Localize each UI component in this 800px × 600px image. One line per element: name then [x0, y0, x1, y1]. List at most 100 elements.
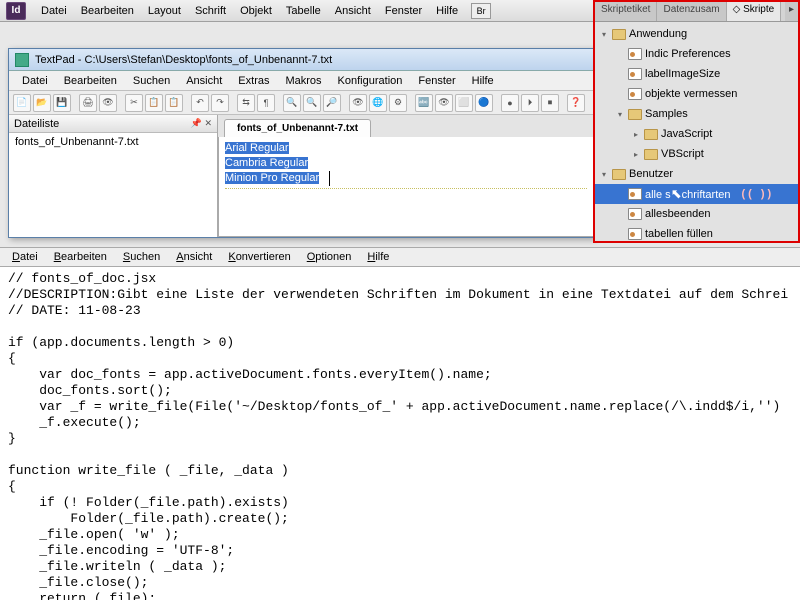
- toolbar-button[interactable]: 👁: [349, 94, 367, 112]
- tree-item[interactable]: allesbeenden: [595, 204, 798, 224]
- toolbar-button: [119, 94, 123, 112]
- toolbar-button[interactable]: 👁: [99, 94, 117, 112]
- editor-tab[interactable]: fonts_of_Unbenannt-7.txt: [224, 119, 371, 137]
- folder-icon: [628, 109, 642, 120]
- estk-menu-item[interactable]: Ansicht: [168, 250, 220, 264]
- toolbar-button[interactable]: 👁: [435, 94, 453, 112]
- tp-menu-item[interactable]: Datei: [15, 74, 55, 88]
- menu-ansicht[interactable]: Ansicht: [328, 3, 378, 19]
- toolbar-button[interactable]: 🔎: [323, 94, 341, 112]
- tp-menu-item[interactable]: Konfiguration: [331, 74, 410, 88]
- estk-menu-item[interactable]: Hilfe: [359, 250, 397, 264]
- code-editor[interactable]: // fonts_of_doc.jsx //DESCRIPTION:Gibt e…: [0, 267, 800, 600]
- tp-menu-item[interactable]: Hilfe: [465, 74, 501, 88]
- toolbar-button[interactable]: 🌐: [369, 94, 387, 112]
- toolbar-button[interactable]: ⚙: [389, 94, 407, 112]
- estk-menu-item[interactable]: Bearbeiten: [46, 250, 115, 264]
- toolbar-button[interactable]: 📋: [145, 94, 163, 112]
- pin-icon[interactable]: 📌 ✕: [191, 118, 212, 129]
- panel-collapse-icon[interactable]: ▸: [785, 2, 798, 21]
- tree-label: Indic Preferences: [645, 48, 731, 60]
- tree-item[interactable]: ▸JavaScript: [595, 124, 798, 144]
- tree-item[interactable]: ▾Anwendung: [595, 24, 798, 44]
- script-icon: [628, 68, 642, 80]
- panel-tab[interactable]: ◇ Skripte: [727, 2, 782, 21]
- toolbar-button: [185, 94, 189, 112]
- toolbar-button[interactable]: 📂: [33, 94, 51, 112]
- toolbar-button[interactable]: ↶: [191, 94, 209, 112]
- bridge-button[interactable]: Br: [471, 3, 491, 19]
- disclosure-icon[interactable]: ▸: [631, 150, 641, 159]
- script-icon: [628, 228, 642, 240]
- text-cursor: [329, 171, 330, 186]
- tree-item[interactable]: ▾ Samples: [595, 104, 798, 124]
- menu-bearbeiten[interactable]: Bearbeiten: [74, 3, 141, 19]
- tree-label: Samples: [645, 108, 688, 120]
- tree-item[interactable]: tabellen füllen: [595, 224, 798, 241]
- toolbar-button[interactable]: 🔍: [303, 94, 321, 112]
- tree-item[interactable]: objekte vermessen: [595, 84, 798, 104]
- textpad-toolbar: 📄📂💾🖨👁✂📋📋↶↷⇆¶🔍🔍🔎👁🌐⚙🔤👁⬜🔵●⏵⏹❓: [9, 91, 594, 115]
- scripts-panel: SkriptetiketDatenzusam◇ Skripte▸ ▾Anwend…: [593, 0, 800, 243]
- tree-item[interactable]: Indic Preferences: [595, 44, 798, 64]
- disclosure-icon[interactable]: ▾: [599, 30, 609, 39]
- tp-menu-item[interactable]: Fenster: [411, 74, 462, 88]
- toolbar-button[interactable]: 🔍: [283, 94, 301, 112]
- menu-tabelle[interactable]: Tabelle: [279, 3, 328, 19]
- toolbar-button[interactable]: ¶: [257, 94, 275, 112]
- panel-tab[interactable]: Skriptetiket: [595, 2, 657, 21]
- toolbar-button[interactable]: ⏵: [521, 94, 539, 112]
- menu-objekt[interactable]: Objekt: [233, 3, 279, 19]
- toolbar-button[interactable]: 🔤: [415, 94, 433, 112]
- estk-menu-item[interactable]: Optionen: [299, 250, 360, 264]
- toolbar-button[interactable]: ⏹: [541, 94, 559, 112]
- panel-tab[interactable]: Datenzusam: [657, 2, 726, 21]
- toolbar-button[interactable]: 💾: [53, 94, 71, 112]
- editor-area[interactable]: Arial RegularCambria RegularMinion Pro R…: [218, 137, 594, 237]
- menu-schrift[interactable]: Schrift: [188, 3, 233, 19]
- tp-menu-item[interactable]: Bearbeiten: [57, 74, 124, 88]
- folder-icon: [644, 149, 658, 160]
- estk-menu-item[interactable]: Konvertieren: [220, 250, 298, 264]
- toolbar-button[interactable]: 📋: [165, 94, 183, 112]
- toolbar-button[interactable]: ⇆: [237, 94, 255, 112]
- menu-fenster[interactable]: Fenster: [378, 3, 429, 19]
- toolbar-button[interactable]: 📄: [13, 94, 31, 112]
- tp-menu-item[interactable]: Makros: [278, 74, 328, 88]
- tree-label: objekte vermessen: [645, 88, 737, 100]
- estk-menu-item[interactable]: Suchen: [115, 250, 168, 264]
- tree-label: labelImageSize: [645, 68, 720, 80]
- tree-label: VBScript: [661, 148, 704, 160]
- toolbar-button[interactable]: 🖨: [79, 94, 97, 112]
- file-list-title: Dateiliste: [14, 118, 59, 130]
- textpad-menu: DateiBearbeitenSuchenAnsichtExtrasMakros…: [9, 71, 594, 91]
- menu-layout[interactable]: Layout: [141, 3, 188, 19]
- toolbar-button[interactable]: ✂: [125, 94, 143, 112]
- tp-menu-item[interactable]: Extras: [231, 74, 276, 88]
- menu-datei[interactable]: Datei: [34, 3, 74, 19]
- tp-menu-item[interactable]: Ansicht: [179, 74, 229, 88]
- disclosure-icon[interactable]: ▸: [631, 130, 641, 139]
- toolbar-button: [561, 94, 565, 112]
- toolbar-button[interactable]: ↷: [211, 94, 229, 112]
- tree-item[interactable]: ▸ VBScript: [595, 144, 798, 164]
- script-icon: [628, 88, 642, 100]
- estk-menubar: DateiBearbeitenSuchenAnsichtKonvertieren…: [0, 247, 800, 267]
- file-list-item[interactable]: fonts_of_Unbenannt-7.txt: [15, 136, 139, 148]
- toolbar-button[interactable]: ⬜: [455, 94, 473, 112]
- disclosure-icon[interactable]: ▾: [615, 110, 625, 119]
- tree-item[interactable]: alle s⬉chriftarten(( )): [595, 184, 798, 204]
- toolbar-button[interactable]: ●: [501, 94, 519, 112]
- estk-menu-item[interactable]: Datei: [4, 250, 46, 264]
- tree-label: allesbeenden: [645, 208, 710, 220]
- disclosure-icon[interactable]: ▾: [599, 170, 609, 179]
- toolbar-button[interactable]: 🔵: [475, 94, 493, 112]
- toolbar-button[interactable]: ❓: [567, 94, 585, 112]
- file-list-panel: Dateiliste 📌 ✕ fonts_of_Unbenannt-7.txt: [9, 115, 218, 237]
- tree-item[interactable]: ▾Benutzer: [595, 164, 798, 184]
- tree-label: alle s⬉chriftarten: [645, 186, 731, 202]
- tree-item[interactable]: labelImageSize: [595, 64, 798, 84]
- file-list-body[interactable]: fonts_of_Unbenannt-7.txt: [9, 133, 217, 237]
- tp-menu-item[interactable]: Suchen: [126, 74, 177, 88]
- menu-hilfe[interactable]: Hilfe: [429, 3, 465, 19]
